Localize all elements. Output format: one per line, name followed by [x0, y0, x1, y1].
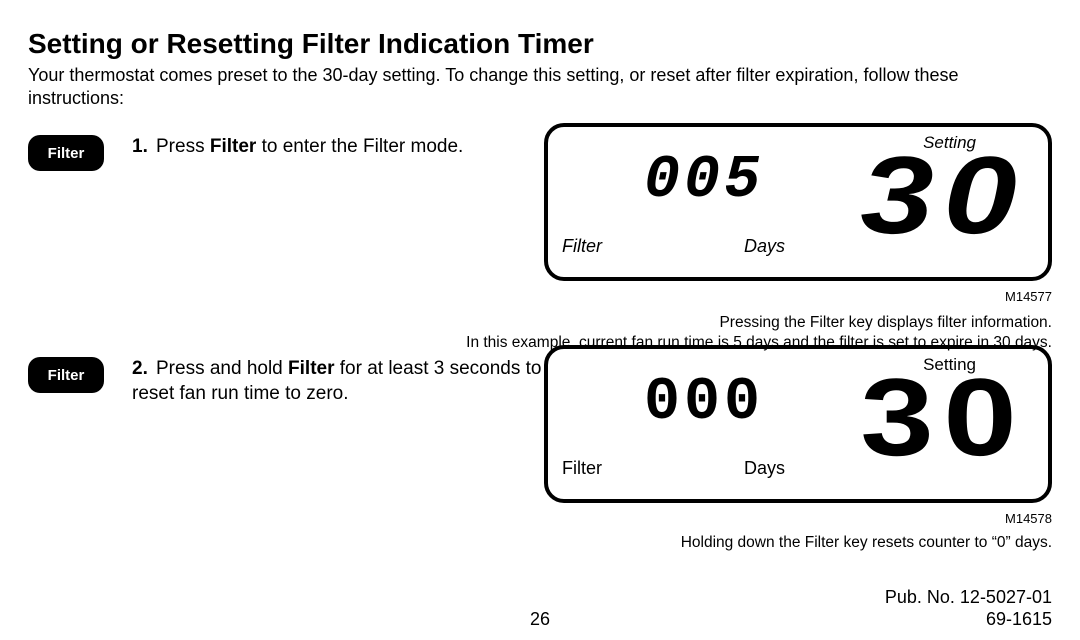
step-1-text: 1.Press Filter to enter the Filter mode.	[132, 135, 542, 160]
figure-id-1: M14577	[1005, 289, 1052, 304]
step-1: Filter 1.Press Filter to enter the Filte…	[28, 123, 1052, 301]
lcd1-runtime-value: 005	[644, 147, 764, 215]
step-1-post: to enter the Filter mode.	[256, 136, 463, 157]
lcd-display-1: Setting 005 30 Filter Days	[544, 123, 1052, 281]
step-1-number: 1.	[132, 135, 156, 160]
page-title: Setting or Resetting Filter Indication T…	[28, 28, 1052, 60]
lcd1-filter-label: Filter	[562, 236, 602, 257]
caption-1-line1: Pressing the Filter key displays filter …	[719, 314, 1052, 331]
caption-2: Holding down the Filter key resets count…	[432, 533, 1052, 553]
doc-number: 69-1615	[986, 609, 1052, 630]
lcd2-runtime-value: 000	[644, 369, 764, 437]
lcd1-days-label: Days	[744, 236, 785, 257]
step-2: Filter 2.Press and hold Filter for at le…	[28, 345, 1052, 523]
lcd2-days-label: Days	[744, 458, 785, 479]
step-2-pre: Press and hold	[156, 358, 288, 379]
step-1-pre: Press	[156, 136, 210, 157]
manual-page: Setting or Resetting Filter Indication T…	[0, 0, 1080, 640]
page-number: 26	[28, 609, 1052, 630]
pub-number: Pub. No. 12-5027-01	[885, 587, 1052, 608]
step-2-number: 2.	[132, 357, 156, 382]
lcd2-setting-value: 30	[860, 363, 1026, 473]
filter-button-graphic-2: Filter	[28, 357, 104, 393]
lcd1-setting-value: 30	[860, 141, 1026, 251]
figure-id-2: M14578	[1005, 511, 1052, 526]
lcd2-filter-label: Filter	[562, 458, 602, 479]
step-2-text: 2.Press and hold Filter for at least 3 s…	[132, 357, 542, 406]
intro-paragraph: Your thermostat comes preset to the 30-d…	[28, 64, 1052, 109]
step-2-bold: Filter	[288, 358, 334, 379]
lcd-display-2: Setting 000 30 Filter Days	[544, 345, 1052, 503]
caption-2-line1: Holding down the Filter key resets count…	[681, 534, 1052, 551]
filter-button-graphic: Filter	[28, 135, 104, 171]
page-footer: Pub. No. 12-5027-01 26 69-1615	[28, 609, 1052, 630]
step-1-bold: Filter	[210, 136, 256, 157]
